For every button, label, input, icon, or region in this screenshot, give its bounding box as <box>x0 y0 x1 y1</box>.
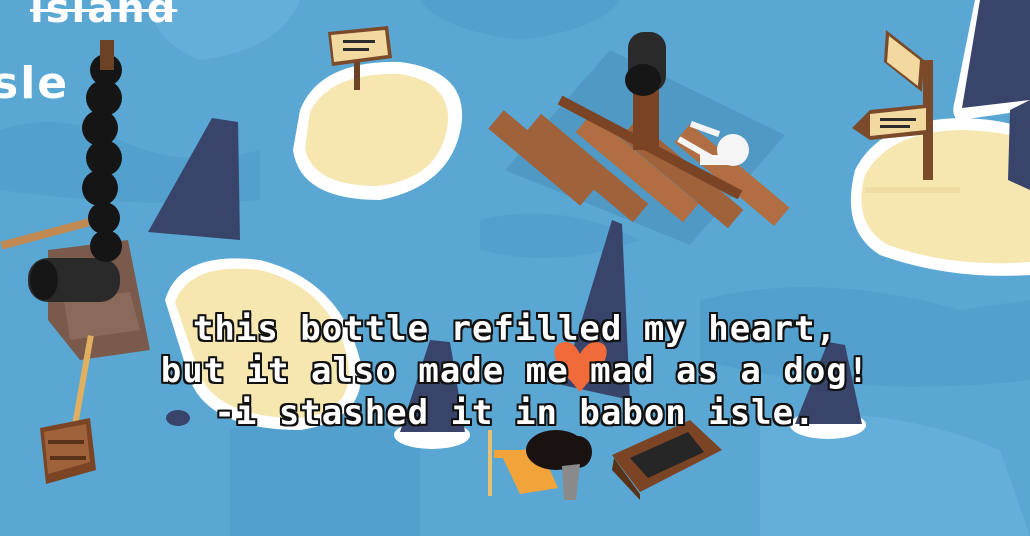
dialogue-line-2: but it also made me mad as a dog! <box>160 351 870 391</box>
dialogue-box[interactable]: this bottle refilled my heart, but it al… <box>0 308 1030 434</box>
dialogue-line-1: this bottle refilled my heart, <box>192 309 838 349</box>
map-label-isle: sle <box>0 58 70 109</box>
dialogue-line-3: -i stashed it in babon isle. <box>214 393 816 433</box>
map-label-island: island <box>30 0 178 32</box>
game-scene <box>0 0 1030 536</box>
